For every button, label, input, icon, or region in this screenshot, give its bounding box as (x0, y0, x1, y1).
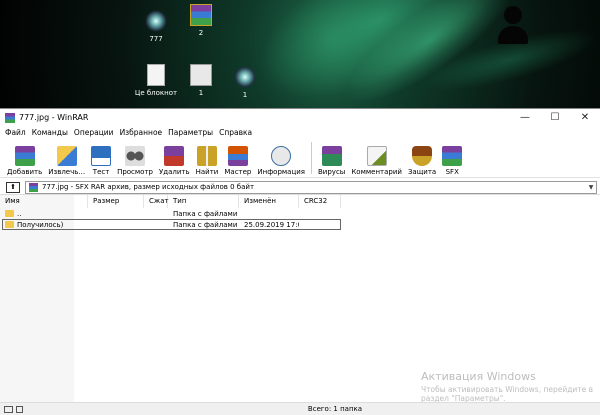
status-summary: Всего: 1 папка (307, 405, 363, 413)
column-modified[interactable]: Изменён (239, 195, 299, 208)
image-file-icon (234, 66, 256, 88)
row-type: Папка с файлами (173, 209, 238, 218)
desktop-icon-label: 1 (198, 89, 204, 97)
address-text: 777.jpg - SFX RAR архив, размер исходных… (42, 183, 255, 191)
window-title: 777.jpg - WinRAR (19, 113, 89, 122)
desktop-icon-label: 777 (149, 35, 163, 43)
close-button[interactable]: ✕ (570, 109, 600, 126)
maximize-button[interactable]: ☐ (540, 109, 570, 126)
text-document-icon (147, 64, 165, 86)
selection-focus-box (2, 219, 341, 230)
watermark-text: Чтобы активировать Windows, перейдите в … (421, 385, 594, 403)
desktop-icon-label: Це блокнот (134, 89, 178, 97)
folder-icon (5, 209, 14, 217)
column-name[interactable]: Имя (0, 195, 88, 208)
find-button[interactable]: Найти (193, 146, 222, 176)
menu-bar: Файл Команды Операции Избранное Параметр… (0, 126, 600, 139)
wizard-icon (227, 146, 248, 166)
extract-icon (56, 146, 77, 166)
toolbar: Добавить Извлечь... Тест Просмотр Удалит… (0, 139, 600, 178)
menu-commands[interactable]: Команды (29, 128, 71, 137)
extract-button[interactable]: Извлечь... (45, 146, 88, 176)
row-name: .. (0, 209, 88, 218)
image-file-icon (190, 64, 212, 86)
key-icon[interactable] (16, 405, 23, 413)
up-folder-button[interactable]: ⬆ (6, 181, 20, 193)
protect-label: Защита (407, 168, 437, 176)
virus-scan-button[interactable]: Вирусы (315, 146, 348, 176)
column-crc32[interactable]: CRC32 (299, 195, 341, 208)
info-button[interactable]: Информация (254, 146, 308, 176)
menu-options[interactable]: Параметры (165, 128, 216, 137)
user-silhouette-icon (498, 6, 528, 46)
desktop-icon-1b[interactable]: 1 (223, 66, 267, 99)
find-icon (196, 146, 217, 166)
delete-label: Удалить (159, 168, 190, 176)
wizard-label: Мастер (224, 168, 252, 176)
table-row[interactable]: Получилось) Папка с файлами 25.09.2019 1… (0, 219, 600, 230)
drive-icon[interactable] (4, 405, 13, 413)
delete-icon (164, 146, 185, 166)
table-row[interactable]: .. Папка с файлами (0, 208, 600, 219)
view-icon (125, 146, 146, 166)
add-button[interactable]: Добавить (4, 146, 45, 176)
archive-icon (29, 182, 38, 192)
menu-favorites[interactable]: Избранное (117, 128, 166, 137)
address-bar: ⬆ 777.jpg - SFX RAR архив, размер исходн… (0, 180, 600, 195)
column-packed[interactable]: Сжат (144, 195, 169, 208)
protect-icon (412, 146, 433, 166)
wizard-button[interactable]: Мастер (221, 146, 254, 176)
comment-label: Комментарий (351, 168, 402, 176)
row-name-text: .. (17, 209, 22, 218)
title-bar[interactable]: 777.jpg - WinRAR — ☐ ✕ (0, 109, 600, 126)
chevron-down-icon[interactable]: ▼ (586, 184, 596, 191)
desktop-icon-label: 2 (198, 29, 204, 37)
desktop-icon-1a[interactable]: 1 (179, 64, 223, 97)
column-type[interactable]: Тип (168, 195, 239, 208)
add-icon (14, 146, 35, 166)
minimize-button[interactable]: — (510, 109, 540, 126)
desktop: 777 2 Це блокнот 1 1 (0, 0, 600, 108)
sfx-button[interactable]: SFX (439, 146, 465, 176)
comment-button[interactable]: Комментарий (348, 146, 405, 176)
menu-operations[interactable]: Операции (71, 128, 117, 137)
column-size[interactable]: Размер (88, 195, 144, 208)
toolbar-separator (311, 142, 312, 174)
winrar-window: 777.jpg - WinRAR — ☐ ✕ Файл Команды Опер… (0, 108, 600, 415)
info-icon (271, 146, 292, 166)
desktop-icon-notepad[interactable]: Це блокнот (134, 64, 178, 97)
menu-help[interactable]: Справка (216, 128, 255, 137)
address-field[interactable]: 777.jpg - SFX RAR архив, размер исходных… (25, 180, 597, 194)
desktop-icon-777[interactable]: 777 (134, 10, 178, 43)
watermark-title: Активация Windows (421, 370, 536, 383)
comment-icon (366, 146, 387, 166)
menu-file[interactable]: Файл (2, 128, 29, 137)
desktop-icon-label: 1 (242, 91, 248, 99)
add-label: Добавить (7, 168, 43, 176)
test-button[interactable]: Тест (88, 146, 114, 176)
sfx-label: SFX (445, 168, 459, 176)
virus-scan-icon (321, 146, 342, 166)
status-icons (0, 405, 290, 413)
protect-button[interactable]: Защита (405, 146, 439, 176)
test-label: Тест (92, 168, 110, 176)
delete-button[interactable]: Удалить (156, 146, 193, 176)
view-label: Просмотр (117, 168, 153, 176)
extract-label: Извлечь... (48, 168, 86, 176)
status-bar: Всего: 1 папка (0, 402, 600, 415)
windows-activation-watermark: Активация Windows Чтобы активировать Win… (421, 370, 599, 403)
virus-scan-label: Вирусы (318, 168, 346, 176)
desktop-icon-2[interactable]: 2 (179, 4, 223, 37)
winrar-archive-icon (190, 4, 212, 26)
info-label: Информация (257, 168, 305, 176)
view-button[interactable]: Просмотр (114, 146, 156, 176)
test-icon (91, 146, 112, 166)
find-label: Найти (195, 168, 219, 176)
sfx-icon (442, 146, 463, 166)
column-headers: Имя Размер Сжат Тип Изменён CRC32 (0, 195, 600, 208)
image-file-icon (145, 10, 167, 32)
winrar-icon (5, 112, 15, 123)
